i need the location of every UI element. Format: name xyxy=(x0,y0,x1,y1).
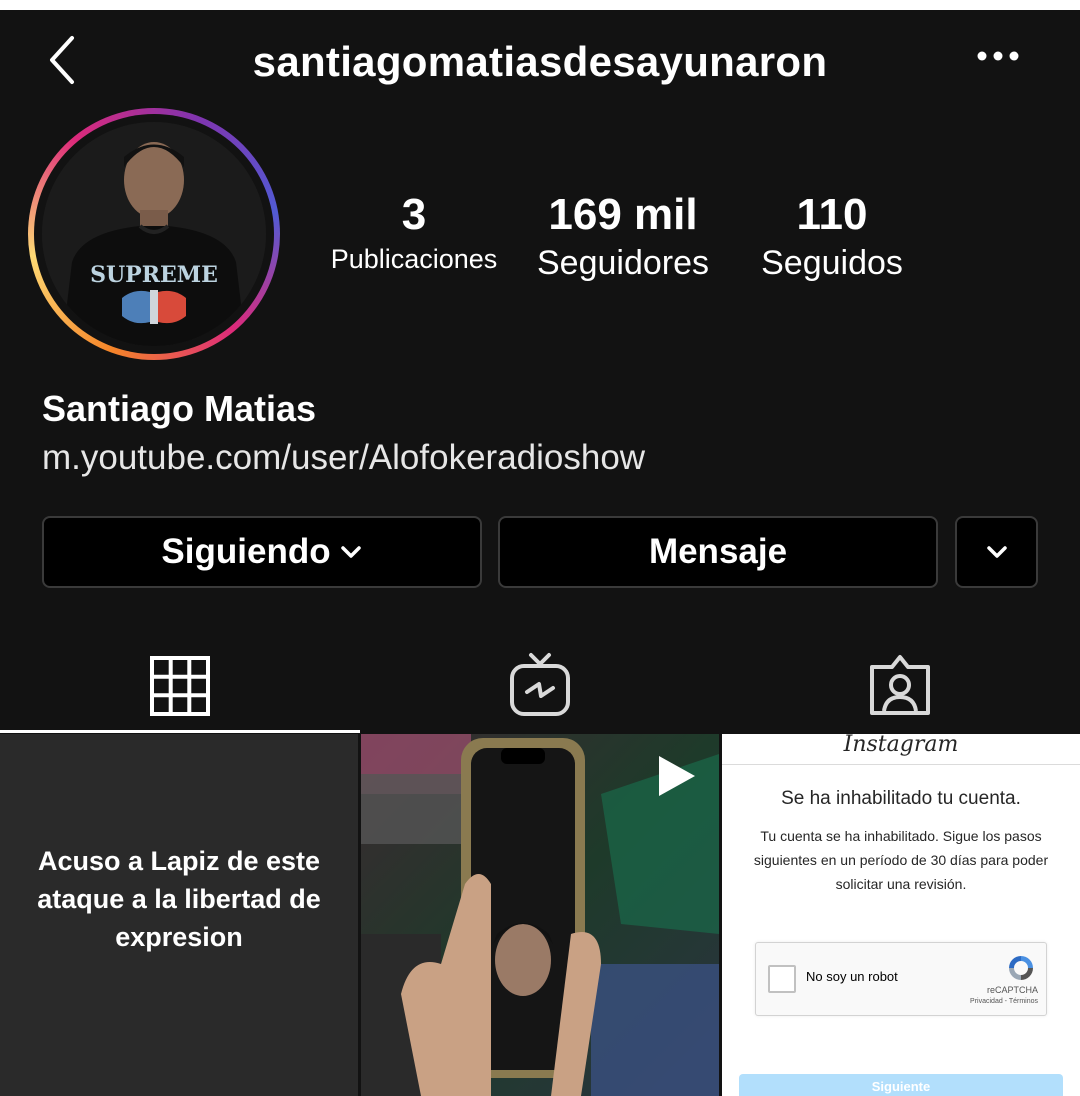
suggested-accounts-button[interactable] xyxy=(955,516,1038,588)
followers-stat[interactable]: 169 mil Seguidores xyxy=(522,190,724,283)
posts-stat[interactable]: 3 Publicaciones xyxy=(316,190,512,275)
more-options-button[interactable] xyxy=(970,38,1026,74)
following-count: 110 xyxy=(796,190,868,239)
post-tile-3[interactable]: Instagram Se ha inhabilitado tu cuenta. … xyxy=(722,734,1080,1096)
followers-count: 169 mil xyxy=(548,190,698,239)
recaptcha-icon xyxy=(1009,956,1033,980)
more-horizontal-icon xyxy=(977,51,1019,61)
post-tile-1[interactable]: Acuso a Lapiz de este ataque a la libert… xyxy=(0,734,358,1096)
bio-link[interactable]: m.youtube.com/user/Alofokeradioshow xyxy=(42,438,645,478)
post-tile-2[interactable] xyxy=(361,734,719,1096)
profile-screen: santiagomatiasdesayunaron SUPREME 3 Publ… xyxy=(0,10,1080,1096)
tab-tagged[interactable] xyxy=(720,640,1080,730)
story-ring[interactable]: SUPREME xyxy=(28,108,280,360)
disabled-title: Se ha inhabilitado tu cuenta. xyxy=(781,788,1021,809)
video-thumbnail xyxy=(361,734,719,1096)
message-button[interactable]: Mensaje xyxy=(498,516,938,588)
disabled-body: Tu cuenta se ha inhabilitado. Sigue los … xyxy=(753,828,1049,892)
following-button-label: Siguiendo xyxy=(161,532,331,571)
recaptcha-brand: reCAPTCHA xyxy=(986,985,1038,995)
chevron-down-icon xyxy=(986,546,1007,558)
tagged-person-icon xyxy=(870,655,930,715)
following-button[interactable]: Siguiendo xyxy=(42,516,482,588)
followers-label: Seguidores xyxy=(536,244,709,282)
avatar[interactable]: SUPREME xyxy=(42,122,266,346)
tab-igtv[interactable] xyxy=(360,640,720,730)
tab-grid[interactable] xyxy=(0,642,360,733)
recaptcha-checkbox xyxy=(768,965,796,993)
profile-username: santiagomatiasdesayunaron xyxy=(252,38,828,85)
following-label: Seguidos xyxy=(761,244,903,282)
message-button-label: Mensaje xyxy=(648,532,788,571)
full-name: Santiago Matias xyxy=(42,388,317,429)
chevron-down-icon xyxy=(340,546,361,558)
recaptcha-widget: No soy un robot reCAPTCHA Privacidad - T… xyxy=(755,942,1047,1016)
grid-icon xyxy=(150,656,210,716)
divider xyxy=(722,764,1080,765)
post-caption: Acuso a Lapiz de este ataque a la libert… xyxy=(37,846,321,952)
next-button: Siguiente xyxy=(739,1074,1063,1096)
instagram-logo: Instagram xyxy=(843,734,959,757)
posts-count: 3 xyxy=(401,190,427,239)
igtv-icon xyxy=(510,653,570,716)
svg-text:SUPREME: SUPREME xyxy=(90,262,218,288)
recaptcha-label: No soy un robot xyxy=(806,969,898,984)
posts-label: Publicaciones xyxy=(330,244,498,274)
profile-photo: SUPREME xyxy=(42,122,266,346)
recaptcha-links: Privacidad - Términos xyxy=(970,998,1038,1005)
following-stat[interactable]: 110 Seguidos xyxy=(740,190,924,283)
